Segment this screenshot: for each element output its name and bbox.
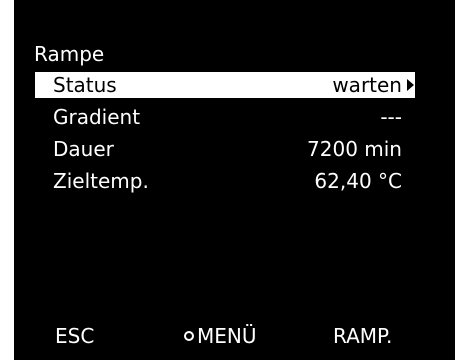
row-zieltemp-value: 62,40 °C xyxy=(314,169,402,193)
row-status-label: Status xyxy=(53,73,117,97)
device-display: Rampe Status warten Gradient --- Dauer 7… xyxy=(14,0,455,360)
triangle-right-icon xyxy=(407,79,414,91)
menu-softkey[interactable]: MENÜ xyxy=(184,323,257,349)
row-zieltemp-label: Zieltemp. xyxy=(53,169,149,193)
row-gradient-value: --- xyxy=(380,105,402,129)
circle-icon xyxy=(184,330,194,341)
row-gradient[interactable]: Gradient --- xyxy=(35,104,415,130)
softkey-bar: ESC MENÜ RAMP. xyxy=(14,323,455,349)
row-dauer-label: Dauer xyxy=(53,137,114,161)
row-dauer-value: 7200 min xyxy=(307,137,402,161)
ramp-softkey[interactable]: RAMP. xyxy=(333,323,392,349)
row-gradient-label: Gradient xyxy=(53,105,141,129)
row-dauer[interactable]: Dauer 7200 min xyxy=(35,136,415,162)
row-status-value: warten xyxy=(332,73,402,97)
esc-softkey[interactable]: ESC xyxy=(55,323,94,349)
row-zieltemp[interactable]: Zieltemp. 62,40 °C xyxy=(35,168,415,194)
screen-title: Rampe xyxy=(34,42,105,66)
menu-softkey-label: MENÜ xyxy=(197,324,257,348)
row-status[interactable]: Status warten xyxy=(35,72,415,98)
